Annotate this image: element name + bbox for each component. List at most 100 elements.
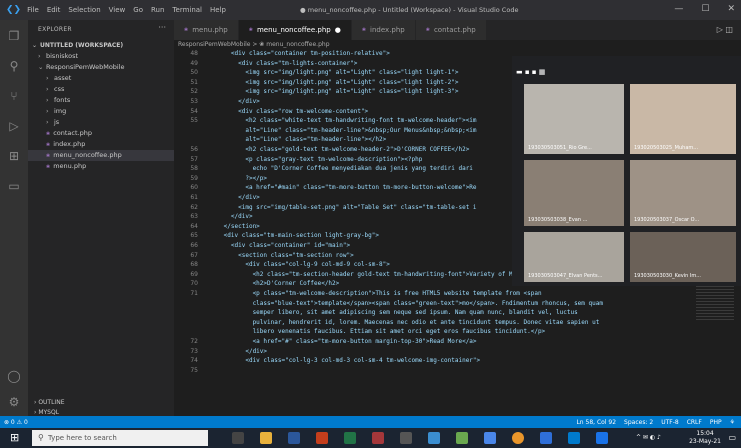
folder-item[interactable]: › js (28, 117, 174, 128)
search-icon[interactable]: ⚲ (6, 58, 22, 74)
tab-index-php[interactable]: ❀ index.php (351, 20, 416, 40)
participant-tile[interactable]: 193030503030_Kevin Im... (630, 232, 736, 282)
windows-start-icon[interactable]: ⊞ (10, 431, 19, 444)
excel-icon[interactable] (344, 432, 356, 444)
code-line[interactable]: semper libero, sit amet adipiscing sem n… (202, 309, 578, 316)
code-line[interactable]: <h2 class="gold-text tm-welcome-header-2… (202, 146, 469, 153)
folder-item[interactable]: › asset (28, 73, 174, 84)
code-line[interactable] (202, 367, 253, 374)
app-icon[interactable] (456, 432, 468, 444)
app-icon[interactable] (540, 432, 552, 444)
file-explorer-icon[interactable] (260, 432, 272, 444)
participant-tile[interactable]: 193030503047_Elvan Pents... (524, 232, 624, 282)
file-item[interactable]: ❀ menu.php (28, 161, 174, 172)
menu-view[interactable]: View (109, 6, 126, 14)
folder-item[interactable]: › fonts (28, 95, 174, 106)
menu-selection[interactable]: Selection (68, 6, 100, 14)
code-line[interactable]: <div class="row tm-welcome-content"> (202, 108, 368, 115)
code-line[interactable]: <section class="tm-section row"> (202, 252, 354, 259)
code-line[interactable]: </section> (202, 223, 260, 230)
status-item[interactable]: UTF-8 (661, 419, 679, 426)
code-line[interactable]: </div> (202, 98, 260, 105)
workspace-root[interactable]: ⌄ UNTITLED (WORKSPACE) (28, 40, 174, 51)
chrome-icon[interactable] (512, 432, 524, 444)
code-line[interactable]: <img src="img/table-set.png" alt="Table … (202, 204, 476, 211)
code-line[interactable]: <h2 class="tm-section-header gold-text t… (202, 271, 546, 278)
account-icon[interactable]: ◯ (6, 368, 22, 384)
file-item[interactable]: ❀ index.php (28, 139, 174, 150)
participant-tile[interactable]: 193020503037_Oscar O... (630, 160, 736, 226)
file-item[interactable]: ❀ menu_noncoffee.php (28, 150, 174, 161)
status-item[interactable]: PHP (710, 419, 722, 426)
participant-tile[interactable]: 193020503025_Muham... (630, 84, 736, 154)
code-line[interactable]: <div class="tm-main-section light-gray-b… (202, 232, 379, 239)
extensions-icon[interactable]: ⊞ (6, 148, 22, 164)
task-view-icon[interactable] (232, 432, 244, 444)
tab-menu-noncoffee-php[interactable]: ❀ menu_noncoffee.php ● (238, 20, 352, 40)
code-line[interactable]: <img src="img/light.png" alt="Light" cla… (202, 79, 458, 86)
participant-tile[interactable]: 193030503051_Rio Gre... (524, 84, 624, 154)
code-line[interactable]: ?></p> (202, 175, 267, 182)
files-icon[interactable]: ❐ (6, 28, 22, 44)
menu-go[interactable]: Go (133, 6, 143, 14)
code-line[interactable]: <div class="col-lg-3 col-md-3 col-sm-4 t… (202, 357, 480, 364)
app-icon[interactable] (596, 432, 608, 444)
split-editor-icon[interactable]: ▷ ◫ (717, 25, 733, 34)
folder-item[interactable]: ⌄ ResponsiPemWebMobile (28, 62, 174, 73)
app-icon[interactable] (428, 432, 440, 444)
taskbar-clock[interactable]: 15:04 23-May-21 (689, 430, 721, 446)
unsaved-indicator[interactable]: ● (335, 26, 341, 34)
remote-explorer-icon[interactable]: ▭ (6, 178, 22, 194)
code-line[interactable]: <div class="container tm-position-relati… (202, 50, 390, 57)
problems-indicator[interactable]: ⊗ 0 ⚠ 0 (4, 419, 28, 426)
menu-help[interactable]: Help (210, 6, 226, 14)
breadcrumb[interactable]: ResponsiPemWebMobile > ❀ menu_noncoffee.… (174, 40, 741, 50)
app-icon[interactable] (484, 432, 496, 444)
code-line[interactable]: </div> (202, 213, 253, 220)
outline-section[interactable]: › OUTLINE (28, 398, 174, 408)
gear-icon[interactable]: ⚙ (6, 394, 22, 410)
code-line[interactable]: echo "D'Corner Coffee menyediakan dua je… (202, 165, 473, 172)
app-icon[interactable] (400, 432, 412, 444)
menu-file[interactable]: File (27, 6, 39, 14)
menu-edit[interactable]: Edit (47, 6, 61, 14)
status-item[interactable]: CRLF (687, 419, 702, 426)
code-line[interactable]: <div class="col-lg-9 col-md-9 col-sm-8"> (202, 261, 390, 268)
video-call-window[interactable]: ▬ ▪ ▪ ▦ 193030503051_Rio Gre... 19302050… (512, 56, 741, 286)
status-item[interactable]: ⚘ (730, 419, 735, 426)
code-line[interactable]: libero venenatis faucibus. Ettiam sit am… (202, 328, 546, 335)
code-line[interactable]: <img src="img/light.png" alt="Light" cla… (202, 69, 458, 76)
access-icon[interactable] (372, 432, 384, 444)
code-line[interactable]: <p class="tm-welcome-description">This i… (202, 290, 542, 297)
code-line[interactable]: <a href="#" class="tm-more-button margin… (202, 338, 477, 345)
code-line[interactable]: class="blue-text">template</span><span c… (202, 300, 603, 307)
status-item[interactable]: Ln 58, Col 92 (576, 419, 616, 426)
code-line[interactable]: alt="Line" class="tm-header-line">&nbsp;… (202, 127, 476, 134)
code-line[interactable]: alt="Line" class="tm-header-line"></h2> (202, 136, 386, 143)
participant-tile[interactable]: 193030503038_Evan ... (524, 160, 624, 226)
folder-item[interactable]: › img (28, 106, 174, 117)
code-line[interactable]: <img src="img/light.png" alt="Light" cla… (202, 88, 458, 95)
tab-menu-php[interactable]: ❀ menu.php (174, 20, 239, 40)
close-icon[interactable]: ✕ (727, 4, 735, 14)
source-control-icon[interactable]: ⑂ (6, 88, 22, 104)
run-debug-icon[interactable]: ▷ (6, 118, 22, 134)
code-line[interactable]: <div class="tm-lights-container"> (202, 60, 357, 67)
tab-contact-php[interactable]: ❀ contact.php (415, 20, 487, 40)
maximize-icon[interactable]: ☐ (701, 4, 709, 14)
code-line[interactable]: <div class="container" id="main"> (202, 242, 350, 249)
minimize-icon[interactable]: — (674, 4, 683, 14)
file-item[interactable]: ❀ contact.php (28, 128, 174, 139)
code-line[interactable]: </div> (202, 348, 267, 355)
status-item[interactable]: Spaces: 2 (624, 419, 653, 426)
code-line[interactable]: </div> (202, 194, 260, 201)
notification-icon[interactable]: ▭ (728, 433, 736, 442)
code-line[interactable]: <a href="#main" class="tm-more-button tm… (202, 184, 476, 191)
system-tray-icons[interactable]: ^ ✉ ◐ ♪ (636, 434, 661, 441)
menu-run[interactable]: Run (151, 6, 164, 14)
vscode-taskbar-icon[interactable] (568, 432, 580, 444)
code-line[interactable]: <p class="gray-text tm-welcome-descripti… (202, 156, 422, 163)
code-line[interactable]: <h2>D'Corner Coffee</h2> (202, 280, 340, 287)
menu-terminal[interactable]: Terminal (172, 6, 202, 14)
word-icon[interactable] (288, 432, 300, 444)
